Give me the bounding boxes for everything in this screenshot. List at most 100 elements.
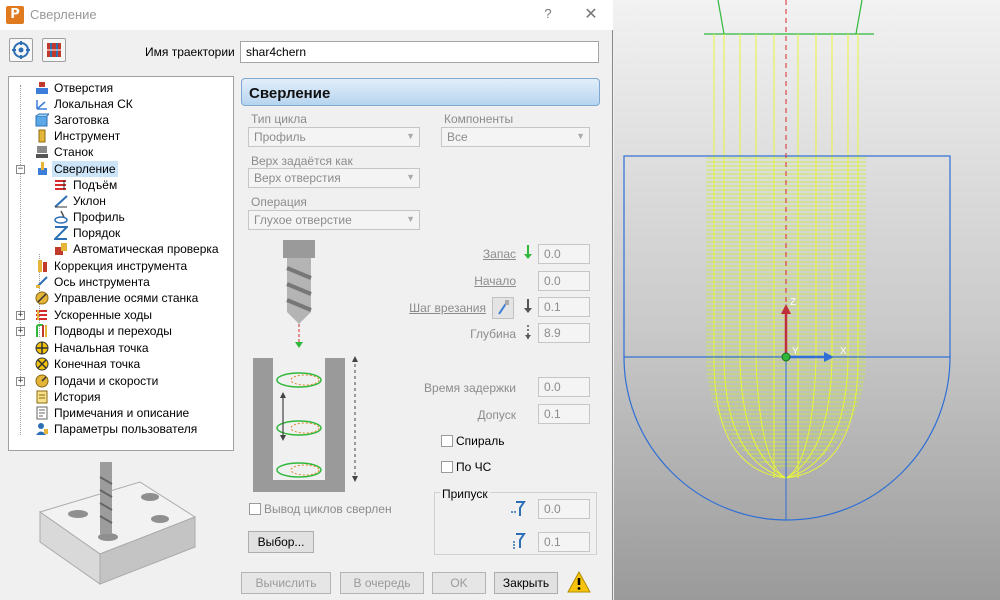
calculate-button[interactable]: Вычислить [241, 572, 331, 594]
dwell-input[interactable]: 0.0 [538, 377, 590, 397]
graphics-viewport[interactable]: Z Y X [614, 0, 1000, 600]
tree-item-label: Подачи и скорости [54, 374, 159, 388]
close-window-button[interactable]: ✕ [580, 4, 602, 24]
dwell-label: Время задержки [424, 381, 516, 395]
output-cycles-checkbox[interactable] [249, 503, 261, 515]
toolpath-view: Z Y X [623, 0, 951, 521]
top-defined-select[interactable]: Верх отверстия ▼ [248, 168, 420, 188]
axial-allowance-input[interactable]: 0.1 [538, 532, 590, 552]
trajectory-name-label: Имя траектории [145, 45, 235, 59]
cycle-type-label: Тип цикла [251, 112, 307, 126]
tree-item-label: Сверление [52, 161, 118, 177]
tree-item-label: Параметры пользователя [54, 422, 198, 436]
cycle-type-value: Профиль [254, 130, 306, 144]
strategy-icon [12, 41, 30, 59]
clearance-input[interactable]: 0.0 [538, 244, 590, 264]
spiral-checkbox[interactable] [441, 435, 453, 447]
axis-z-label: Z [790, 297, 796, 308]
start-input[interactable]: 0.0 [538, 271, 590, 291]
warning-icon[interactable] [567, 571, 591, 593]
profile-icon [54, 210, 68, 224]
title-bar: P Сверление ? ✕ [0, 0, 613, 30]
chevron-down-icon: ▼ [406, 214, 415, 224]
tree-item-label: Примечания и описание [54, 406, 190, 420]
depth-icon [525, 325, 531, 339]
expand-toggle[interactable]: + [16, 327, 25, 336]
top-defined-label: Верх задаётся как [251, 154, 353, 168]
clockwise-checkbox[interactable] [441, 461, 453, 473]
stock-icon [35, 113, 49, 127]
tree-item-label: Подъём [73, 178, 118, 192]
trajectory-name-input[interactable] [240, 41, 599, 63]
tool-correction-icon [38, 260, 47, 272]
machine-icon [36, 146, 48, 158]
tree-item-label: История [54, 390, 101, 404]
tolerance-label: Допуск [477, 408, 516, 422]
ok-button[interactable]: OK [432, 572, 486, 594]
auto-check-icon [55, 243, 67, 255]
allowance-title: Припуск [440, 487, 490, 501]
collapse-toggle[interactable]: − [16, 165, 25, 174]
select-button[interactable]: Выбор... [248, 531, 314, 553]
help-button[interactable]: ? [538, 6, 558, 24]
tree-item-label: Начальная точка [54, 341, 149, 355]
tolerance-input[interactable]: 0.1 [538, 404, 590, 424]
start-label[interactable]: Начало [430, 274, 516, 288]
tree-item-label: Станок [54, 145, 94, 159]
peck-input[interactable]: 0.1 [538, 297, 590, 317]
depth-input[interactable]: 8.9 [538, 323, 590, 343]
radial-allowance-icon [511, 501, 526, 516]
tree-item-label: Коррекция инструмента [54, 259, 188, 273]
operation-label: Операция [251, 195, 307, 209]
tool-axis-icon [36, 276, 48, 288]
expand-toggle[interactable]: + [16, 377, 25, 386]
tree-item-label: Автоматическая проверка [73, 242, 219, 256]
tree-item-label: Уклон [73, 194, 106, 208]
user-params-icon [36, 423, 48, 435]
local-cs-icon [36, 100, 47, 110]
lift-icon [55, 180, 66, 190]
start-point-icon [35, 341, 49, 355]
tree-item-label: Отверстия [54, 81, 114, 95]
rapid-moves-icon [36, 310, 47, 320]
window-title: Сверление [30, 7, 97, 22]
arrow-down-icon [524, 299, 532, 313]
tool-library-button[interactable] [42, 38, 66, 62]
radial-allowance-input[interactable]: 0.0 [538, 499, 590, 519]
notes-icon [36, 406, 48, 420]
close-button[interactable]: Закрыть [494, 572, 558, 594]
components-select[interactable]: Все ▼ [441, 127, 590, 147]
feeds-speeds-icon [35, 374, 49, 388]
clockwise-label: По ЧС [456, 460, 492, 474]
tree-item-label: Инструмент [54, 129, 121, 143]
tree-item-label: Подводы и переходы [54, 324, 172, 338]
depth-label: Глубина [470, 327, 516, 341]
peck-icon [498, 300, 509, 315]
axis-x-label: X [840, 346, 847, 357]
components-label: Компоненты [444, 112, 514, 126]
cycle-type-select[interactable]: Профиль ▼ [248, 127, 420, 147]
tree-item-label: Локальная СК [54, 97, 133, 111]
output-cycles-label: Вывод циклов сверлен [264, 502, 392, 516]
clearance-label[interactable]: Запас [430, 247, 516, 261]
queue-button[interactable]: В очередь [340, 572, 424, 594]
order-icon [54, 226, 68, 240]
operation-select[interactable]: Глухое отверстие ▼ [248, 210, 420, 230]
tree-item-label: Заготовка [54, 113, 110, 127]
strategy-tree[interactable]: Отверстия Локальная СК Заготовка Инструм… [8, 76, 234, 451]
arrow-down-icon [524, 245, 532, 259]
axis-control-icon [35, 291, 49, 305]
operation-value: Глухое отверстие [254, 213, 352, 227]
chevron-down-icon: ▼ [406, 172, 415, 182]
peck-settings-button[interactable] [492, 297, 514, 319]
strategy-selector-button[interactable] [9, 38, 33, 62]
drilling-dialog: P Сверление ? ✕ Имя траектории Отверстия… [0, 0, 613, 600]
slope-icon [54, 195, 68, 208]
end-point-icon [35, 357, 49, 371]
tool-icon [38, 129, 46, 143]
peck-label[interactable]: Шаг врезания [400, 301, 486, 315]
section-header: Сверление [241, 78, 600, 106]
expand-toggle[interactable]: + [16, 311, 25, 320]
components-value: Все [447, 130, 468, 144]
tool-library-icon [47, 43, 61, 57]
